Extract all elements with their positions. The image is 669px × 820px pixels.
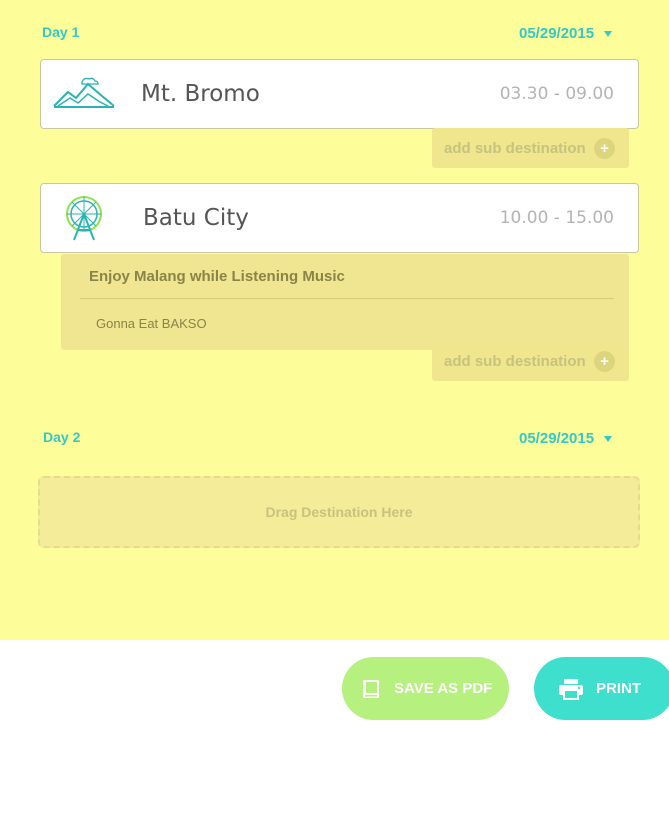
- day-2-date-picker[interactable]: 05/29/2015: [519, 430, 613, 447]
- destination-time: 03.30 - 09.00: [499, 84, 614, 104]
- mountain-icon: [51, 68, 117, 120]
- day-1-date: 05/29/2015: [519, 25, 595, 42]
- sub-destination-panel: Enjoy Malang while Listening Music Gonna…: [61, 254, 629, 350]
- ferris-wheel-icon: [51, 192, 117, 244]
- drop-zone-label: Drag Destination Here: [265, 504, 413, 520]
- destination-name: Batu City: [143, 205, 249, 231]
- add-sub-destination-button-2[interactable]: add sub destination +: [432, 341, 629, 381]
- add-sub-destination-button-1[interactable]: add sub destination +: [432, 128, 629, 168]
- print-button[interactable]: PRINT: [534, 657, 669, 720]
- divider: [80, 298, 614, 299]
- destination-name: Mt. Bromo: [141, 81, 260, 107]
- save-as-pdf-button[interactable]: SAVE AS PDF: [342, 657, 509, 720]
- trip-planner: Day 1 05/29/2015 Mt. Bromo 03.30 - 09.00…: [0, 0, 669, 640]
- drag-destination-drop-zone[interactable]: Drag Destination Here: [38, 476, 640, 548]
- sub-destination-item[interactable]: Gonna Eat BAKSO: [96, 316, 207, 331]
- destination-card-mt-bromo[interactable]: Mt. Bromo 03.30 - 09.00: [40, 59, 639, 129]
- add-sub-destination-label: add sub destination: [444, 352, 586, 370]
- chevron-down-icon: [604, 30, 613, 37]
- day-1-date-picker[interactable]: 05/29/2015: [519, 25, 613, 42]
- day-2-date: 05/29/2015: [519, 430, 595, 447]
- day-2-label: Day 2: [43, 429, 81, 445]
- plus-icon: +: [594, 137, 615, 159]
- book-icon: [360, 678, 382, 700]
- add-sub-destination-label: add sub destination: [444, 139, 586, 157]
- printer-icon: [558, 678, 584, 700]
- destination-time: 10.00 - 15.00: [499, 208, 614, 228]
- print-label: PRINT: [596, 680, 641, 697]
- chevron-down-icon: [604, 435, 613, 442]
- plus-icon: +: [594, 350, 615, 372]
- save-as-pdf-label: SAVE AS PDF: [394, 680, 493, 697]
- day-1-label: Day 1: [42, 24, 80, 40]
- sub-destination-title[interactable]: Enjoy Malang while Listening Music: [89, 268, 345, 285]
- destination-card-batu-city[interactable]: Batu City 10.00 - 15.00: [40, 183, 639, 253]
